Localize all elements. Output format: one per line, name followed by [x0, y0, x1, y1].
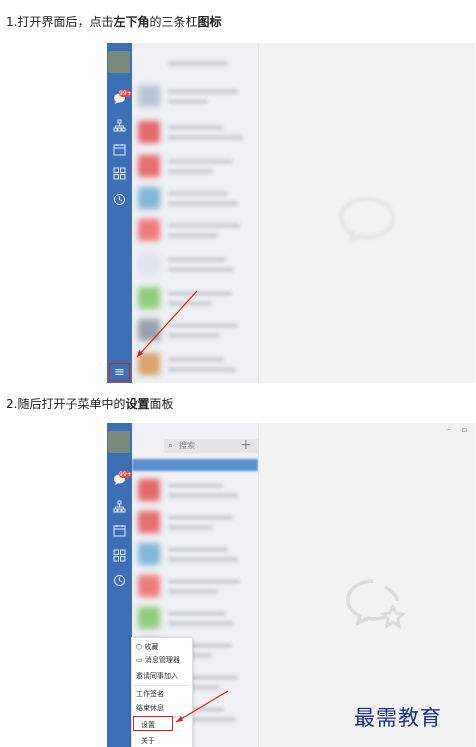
unread-badge: 99+: [119, 90, 132, 97]
highlight-box-menu-button: [109, 363, 130, 381]
menu-item-message-manager[interactable]: ▭ 消息管理器: [136, 655, 180, 665]
list-item[interactable]: [138, 117, 252, 147]
step-1-bold-icon: 图标: [197, 15, 222, 29]
search-icon: ⌕: [168, 441, 174, 451]
add-button[interactable]: +: [240, 437, 252, 453]
screenshot-1: 99+ ≡: [107, 43, 475, 383]
list-item[interactable]: [138, 603, 252, 633]
list-item[interactable]: [138, 349, 252, 379]
list-item[interactable]: [138, 215, 252, 245]
conversation-list: [132, 43, 258, 383]
org-chart-icon[interactable]: [113, 119, 126, 132]
list-item[interactable]: [138, 249, 252, 279]
calendar-icon[interactable]: [113, 143, 126, 156]
org-chart-icon[interactable]: [113, 500, 126, 513]
unread-badge: 99+: [119, 471, 132, 478]
menu-item-about[interactable]: 关于: [141, 736, 155, 746]
empty-chat-icon: [338, 196, 396, 245]
list-item[interactable]: [138, 81, 252, 111]
box-icon: ⬡: [136, 643, 143, 651]
list-item[interactable]: [138, 183, 252, 213]
list-item[interactable]: [138, 475, 252, 505]
minimize-button[interactable]: –: [447, 425, 451, 434]
list-item[interactable]: [138, 539, 252, 569]
step-1-prefix: 1.打开界面后，点击: [6, 15, 114, 29]
calendar-icon[interactable]: [113, 524, 126, 537]
list-item-selected[interactable]: [132, 459, 258, 471]
clock-icon[interactable]: [113, 193, 126, 206]
list-item[interactable]: [138, 507, 252, 537]
list-item[interactable]: [138, 151, 252, 181]
list-item[interactable]: [138, 283, 252, 313]
apps-grid-icon[interactable]: [113, 549, 126, 562]
step-1-middle: 的三条杠: [149, 15, 198, 29]
menu-item-end-break[interactable]: 结束休息: [136, 703, 164, 713]
step-1-bold-location: 左下角: [113, 15, 150, 29]
maximize-button[interactable]: ▫: [462, 425, 467, 434]
list-item[interactable]: [138, 51, 252, 81]
apps-grid-icon[interactable]: [113, 167, 126, 180]
menu-item-favorites-label: 收藏: [144, 643, 159, 651]
screenshot-2: 99+ ⌕ 搜索 + – ▫ ⬡ 收藏 ▭ 消息管理器 邀请同事加入 工作签名 …: [107, 423, 475, 747]
step-2-bold-settings: 设置: [125, 397, 150, 411]
step-2-instruction: 2.随后打开子菜单中的设置面板: [6, 396, 173, 412]
menu-item-favorites[interactable]: ⬡ 收藏: [136, 642, 158, 652]
sidebar: 99+ ≡: [107, 43, 132, 383]
avatar[interactable]: [108, 51, 130, 73]
list-item[interactable]: [138, 571, 252, 601]
highlight-box-settings: [133, 716, 173, 731]
search-placeholder: 搜索: [179, 441, 195, 450]
chat-pane-empty: [258, 43, 475, 383]
menu-item-message-manager-label: 消息管理器: [144, 656, 180, 664]
sidebar: 99+: [107, 423, 132, 747]
avatar[interactable]: [108, 431, 130, 453]
step-2-prefix: 2.随后打开子菜单中的: [6, 397, 126, 411]
step-2-suffix: 面板: [149, 397, 174, 411]
list-item[interactable]: [138, 315, 252, 345]
clock-icon[interactable]: [113, 574, 126, 587]
empty-chat-icon: [346, 579, 407, 630]
message-icon: ▭: [136, 656, 143, 664]
menu-divider: [134, 685, 190, 686]
chat-pane-empty: – ▫: [258, 423, 475, 747]
watermark-text: 最需教育: [354, 706, 442, 730]
menu-item-work-signature[interactable]: 工作签名: [136, 689, 164, 699]
step-1-instruction: 1.打开界面后，点击左下角的三条杠图标: [6, 14, 222, 30]
menu-item-invite-colleagues[interactable]: 邀请同事加入: [136, 671, 178, 681]
